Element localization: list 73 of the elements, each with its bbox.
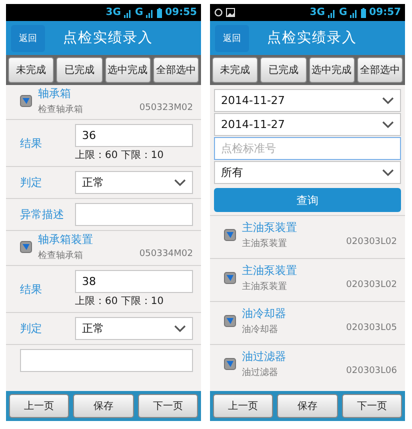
item-code: 050323M02 — [139, 103, 193, 115]
chevron-down-icon — [382, 168, 394, 176]
battery-icon — [157, 8, 162, 18]
action-button[interactable]: 全部选中 — [356, 57, 403, 83]
circle-icon — [214, 8, 223, 17]
checkbox[interactable] — [224, 272, 236, 284]
item-code: 020303L05 — [346, 323, 397, 335]
action-button[interactable]: 选中完成 — [104, 57, 151, 83]
item-description: 主油泵装置 — [242, 280, 287, 293]
item-code: 020303L06 — [346, 366, 397, 378]
nav-button[interactable]: 下一页 — [138, 394, 198, 418]
field-label: 结果 — [20, 282, 43, 296]
network-type: 3G — [106, 7, 121, 18]
item-code: 020303L02 — [346, 237, 397, 249]
input-field[interactable]: 38 — [75, 270, 193, 293]
nav-button[interactable]: 保存 — [73, 394, 134, 418]
input-field[interactable] — [20, 349, 193, 372]
action-button[interactable]: 未完成 — [212, 57, 258, 83]
chevron-down-icon — [382, 120, 394, 128]
item-description: 检查轴承箱 — [38, 250, 83, 262]
nav-button[interactable]: 上一页 — [9, 394, 70, 418]
chevron-down-icon — [174, 324, 186, 332]
input-field[interactable]: 点检标准号 — [214, 137, 401, 160]
signal-icon — [350, 8, 358, 18]
back-button[interactable]: 返回 — [11, 24, 45, 52]
item-code: 020303L02 — [346, 280, 397, 292]
chevron-down-icon — [174, 178, 186, 186]
dropdown[interactable]: 正常 — [75, 317, 193, 340]
network-type: G — [134, 7, 144, 18]
nav-button[interactable]: 上一页 — [213, 394, 274, 418]
input-field[interactable]: 36 — [75, 124, 193, 147]
signal-icon — [124, 8, 132, 18]
item-description: 主油泵装置 — [242, 238, 287, 250]
clock-time: 09:55 — [165, 7, 197, 18]
field-label: 判定 — [20, 321, 43, 336]
chevron-down-icon — [382, 96, 394, 104]
image-icon — [226, 8, 235, 17]
dropdown[interactable]: 2014-11-27 — [214, 113, 401, 136]
back-button[interactable]: 返回 — [215, 24, 249, 52]
item-code: 050334M02 — [139, 249, 193, 261]
screen-title: 点检实绩录入 — [267, 29, 357, 47]
dropdown[interactable]: 所有 — [214, 161, 401, 184]
field-label: 结果 — [20, 136, 43, 150]
item-description: 油冷却器 — [242, 324, 278, 336]
signal-icon — [328, 8, 336, 18]
checkbox[interactable] — [224, 358, 236, 370]
action-button[interactable]: 全部选中 — [152, 57, 199, 83]
action-button[interactable]: 选中完成 — [308, 57, 355, 83]
checkbox[interactable] — [224, 315, 236, 327]
checkbox[interactable] — [20, 95, 32, 107]
network-type: G — [338, 7, 348, 18]
checkbox[interactable] — [20, 241, 32, 253]
item-description: 检查轴承箱 — [38, 104, 83, 116]
input-field[interactable] — [75, 203, 193, 226]
dropdown[interactable]: 正常 — [75, 171, 193, 194]
dropdown[interactable]: 2014-11-27 — [214, 89, 401, 112]
field-label: 判定 — [20, 175, 43, 190]
action-button[interactable]: 已完成 — [56, 57, 102, 83]
nav-button[interactable]: 下一页 — [342, 394, 402, 418]
clock-time: 09:57 — [369, 7, 401, 18]
screen-title: 点检实绩录入 — [63, 29, 153, 47]
network-type: 3G — [310, 7, 325, 18]
signal-icon — [146, 8, 154, 18]
limit-hint: 上限：60 下限：10 — [75, 148, 165, 162]
field-label: 异常描述 — [20, 207, 65, 222]
item-description: 油过滤器 — [242, 366, 278, 379]
action-button[interactable]: 已完成 — [260, 57, 306, 83]
nav-button[interactable]: 保存 — [277, 394, 338, 418]
checkbox[interactable] — [224, 229, 236, 241]
limit-hint: 上限：60 下限：10 — [75, 294, 165, 308]
query-button[interactable]: 查询 — [214, 188, 401, 212]
battery-icon — [361, 8, 366, 18]
action-button[interactable]: 未完成 — [8, 57, 54, 83]
